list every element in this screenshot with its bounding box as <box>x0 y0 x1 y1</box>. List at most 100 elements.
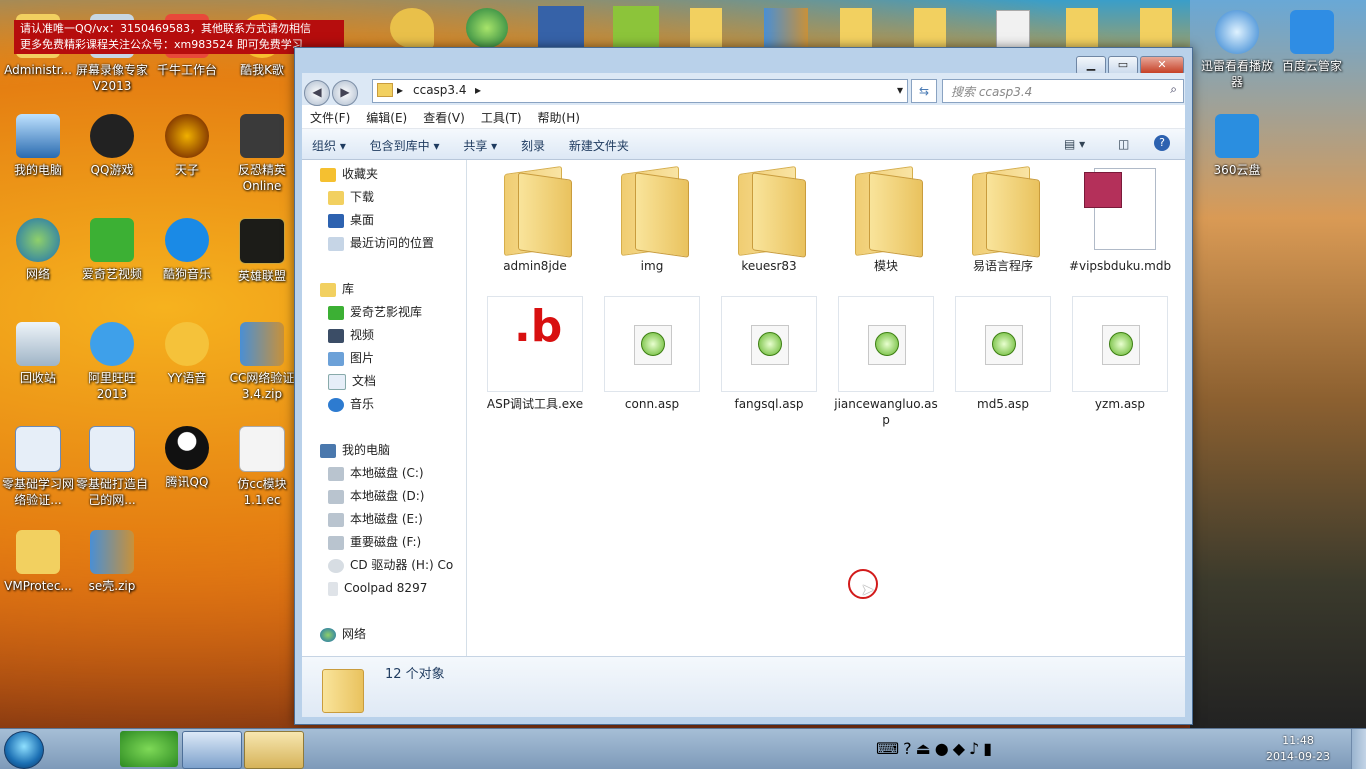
start-button[interactable] <box>4 731 44 769</box>
desktop-icon-cc-zip[interactable]: CC网络验证3.4.zip <box>224 322 300 402</box>
desktop-icon-cs-online[interactable]: 反恐精英Online <box>224 114 300 194</box>
desktop-icon-se-zip[interactable]: se壳.zip <box>74 530 150 594</box>
help-icon[interactable]: ? <box>1154 135 1170 151</box>
desktop-icon-yy[interactable]: YY语音 <box>149 322 225 386</box>
burn-button[interactable]: 刻录 <box>511 129 555 162</box>
desktop-icon-ec-module[interactable]: 仿cc模块1.1.ec <box>224 426 300 508</box>
nav-coolpad[interactable]: Coolpad 8297 <box>328 578 427 598</box>
forward-button[interactable]: ▶ <box>332 80 358 106</box>
view-options-icon[interactable]: ▤ ▾ <box>1064 137 1085 151</box>
folder-icon[interactable] <box>914 8 946 48</box>
shield-icon[interactable]: ◆ <box>953 739 969 758</box>
organize-button[interactable]: 组织 ▾ <box>302 129 356 162</box>
file-item-folder[interactable]: 易语言程序 <box>951 165 1055 274</box>
desktop-icon-network[interactable]: 网络 <box>0 218 76 282</box>
document-icon[interactable] <box>996 10 1030 50</box>
search-box[interactable]: 搜索 ccasp3.4 ⌕ <box>942 79 1184 103</box>
desktop-icon-kugou[interactable]: 酷狗音乐 <box>149 218 225 282</box>
file-item-asp[interactable]: md5.asp <box>951 296 1055 412</box>
desktop-icon-my-computer[interactable]: 我的电脑 <box>0 114 76 178</box>
include-in-library-button[interactable]: 包含到库中 ▾ <box>360 129 450 162</box>
share-button[interactable]: 共享 ▾ <box>453 129 507 162</box>
file-item-exe[interactable]: .b ASP调试工具.exe <box>483 296 587 412</box>
keyboard-icon[interactable]: ⌨ <box>876 739 903 758</box>
folder-icon[interactable] <box>1140 8 1172 48</box>
volume-icon[interactable]: ♪ <box>969 739 983 758</box>
nav-favorites[interactable]: 收藏夹 <box>320 164 378 184</box>
desktop-icon-doc2[interactable]: 零基础打造自己的网... <box>74 426 150 508</box>
nav-cd-drive-h[interactable]: CD 驱动器 (H:) Co <box>328 555 453 575</box>
desktop-icon-vmprotect[interactable]: VMProtec... <box>0 530 76 594</box>
breadcrumb-arrow-icon[interactable]: ▸ <box>397 83 403 97</box>
nav-desktop[interactable]: 桌面 <box>328 210 374 230</box>
menu-tools[interactable]: 工具(T) <box>473 106 530 129</box>
folder-icon[interactable] <box>1066 8 1098 48</box>
desktop-icon-baidu-cloud[interactable]: 百度云管家 <box>1274 10 1350 74</box>
file-item-folder[interactable]: 模块 <box>834 165 938 274</box>
file-item-folder[interactable]: keuesr83 <box>717 165 821 274</box>
breadcrumb-arrow-icon[interactable]: ▸ <box>475 83 481 97</box>
nav-drive-d[interactable]: 本地磁盘 (D:) <box>328 486 424 506</box>
folder-icon[interactable] <box>840 8 872 48</box>
search-icon[interactable]: ⌕ <box>1170 82 1177 97</box>
show-desktop-button[interactable] <box>1351 729 1366 769</box>
menu-edit[interactable]: 编辑(E) <box>358 106 415 129</box>
breadcrumb-current[interactable]: ccasp3.4 <box>413 83 467 97</box>
help-tray-icon[interactable]: ? <box>903 739 916 758</box>
desktop-icon-qq[interactable]: 腾讯QQ <box>149 426 225 490</box>
desktop-icon-xunlei[interactable]: 迅雷看看播放器 <box>1199 10 1275 90</box>
desktop-icon-recycle-bin[interactable]: 回收站 <box>0 322 76 386</box>
nav-network[interactable]: 网络 <box>320 624 366 644</box>
back-button[interactable]: ◀ <box>304 80 330 106</box>
folder-icon[interactable] <box>690 8 722 48</box>
nav-documents[interactable]: 文档 <box>328 371 376 391</box>
file-item-asp[interactable]: fangsql.asp <box>717 296 821 412</box>
menu-file[interactable]: 文件(F) <box>302 106 358 129</box>
desktop-icon-lol[interactable]: 英雄联盟 <box>224 218 300 284</box>
nav-recent-places[interactable]: 最近访问的位置 <box>328 233 434 253</box>
desktop-icon-tianzi[interactable]: 天子 <box>149 114 225 178</box>
nav-my-computer[interactable]: 我的电脑 <box>320 440 390 460</box>
file-item-asp[interactable]: yzm.asp <box>1068 296 1172 412</box>
desktop-icon-aliwangwang[interactable]: 阿里旺旺2013 <box>74 322 150 402</box>
file-item-folder[interactable]: img <box>600 165 704 274</box>
explorer-taskbar-icon[interactable] <box>244 731 304 769</box>
bird-icon[interactable] <box>390 8 434 48</box>
preview-pane-icon[interactable]: ◫ <box>1118 137 1129 151</box>
refresh-button[interactable]: ⇆ <box>911 79 937 103</box>
file-item-mdb[interactable]: #vipsbduku.mdb <box>1068 166 1172 274</box>
zip-icon[interactable] <box>764 8 808 48</box>
nav-music[interactable]: 音乐 <box>328 394 374 414</box>
nav-drive-e[interactable]: 本地磁盘 (E:) <box>328 509 423 529</box>
magnifier-icon[interactable] <box>613 6 659 48</box>
nav-drive-f[interactable]: 重要磁盘 (F:) <box>328 532 421 552</box>
refresh-green-icon[interactable] <box>466 8 508 48</box>
address-dropdown-icon[interactable]: ▾ <box>897 83 903 97</box>
file-item-asp[interactable]: conn.asp <box>600 296 704 412</box>
desktop-icon-qq-game[interactable]: QQ游戏 <box>74 114 150 178</box>
monkey-icon[interactable] <box>538 6 584 48</box>
nav-downloads[interactable]: 下载 <box>328 187 374 207</box>
folder-icon <box>322 663 364 713</box>
usb-icon[interactable]: ⏏ <box>916 739 935 758</box>
nav-drive-c[interactable]: 本地磁盘 (C:) <box>328 463 424 483</box>
address-bar[interactable]: ▸ ccasp3.4 ▸ ▾ <box>372 79 908 103</box>
desktop-icon-360-cloud[interactable]: 360云盘 <box>1199 114 1275 178</box>
nav-libraries[interactable]: 库 <box>320 279 354 299</box>
nav-pictures[interactable]: 图片 <box>328 348 374 368</box>
tianzi-icon <box>165 114 209 158</box>
word-taskbar-icon[interactable] <box>182 731 242 769</box>
file-item-asp[interactable]: jiancewangluo.asp <box>834 296 938 428</box>
menu-help[interactable]: 帮助(H) <box>530 106 588 129</box>
desktop-icon-doc1[interactable]: 零基础学习网络验证... <box>0 426 76 508</box>
signal-icon[interactable]: ▮ <box>983 739 996 758</box>
desktop-icon-iqiyi[interactable]: 爱奇艺视频 <box>74 218 150 282</box>
nav-videos[interactable]: 视频 <box>328 325 374 345</box>
ie-taskbar-icon[interactable] <box>120 731 178 767</box>
qq-tray-icon[interactable]: ● <box>935 739 953 758</box>
nav-iqiyi-library[interactable]: 爱奇艺影视库 <box>328 302 422 322</box>
clock[interactable]: 11:48 2014-09-23 <box>1262 733 1334 765</box>
menu-view[interactable]: 查看(V) <box>415 106 473 129</box>
file-item-folder[interactable]: admin8jde <box>483 165 587 274</box>
new-folder-button[interactable]: 新建文件夹 <box>559 129 639 162</box>
